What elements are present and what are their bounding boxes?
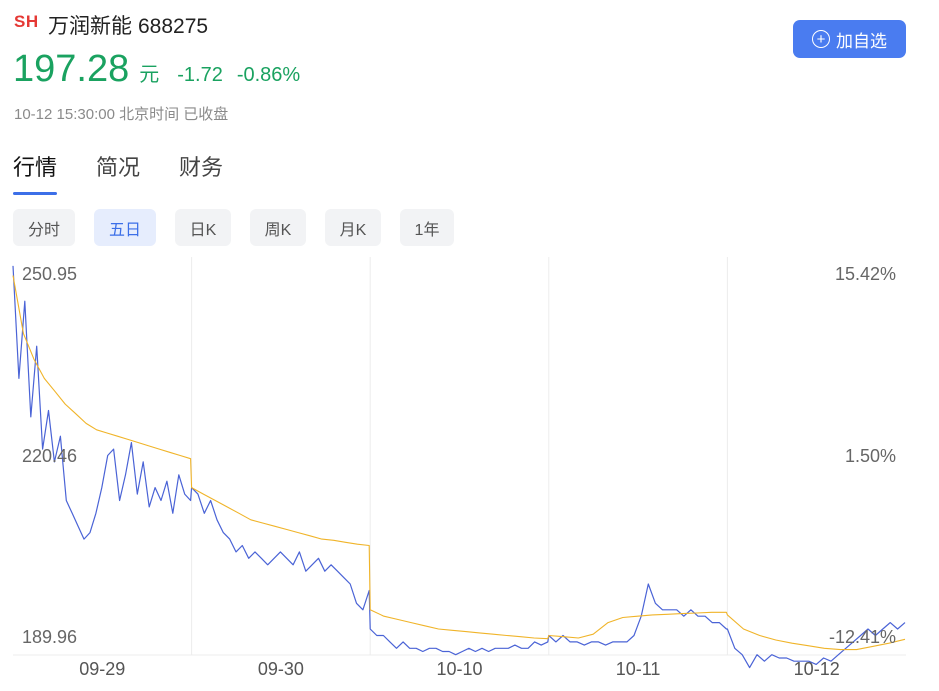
current-price: 197.28 [13,48,130,90]
stock-title: 万润新能 688275 [48,10,214,40]
period-selector: 分时 五日 日K 周K 月K 1年 [13,209,473,246]
period-five-day[interactable]: 五日 [94,209,156,246]
add-to-watchlist-button[interactable]: + 加自选 [793,20,906,58]
y-axis-percent-label: 15.42% [835,264,896,284]
stock-code: 688275 [138,15,209,38]
x-axis-date-label: 10-10 [436,659,482,679]
price-change: -1.72 [177,64,223,86]
chart-lines [12,265,906,669]
y-axis-price-label: 250.95 [22,264,77,284]
period-intraday[interactable]: 分时 [13,209,75,246]
period-daily-k[interactable]: 日K [175,209,231,246]
x-axis-date-label: 10-11 [616,659,661,679]
x-axis-date-label: 10-12 [794,659,840,679]
chart-y-labels: 250.95 220.46 189.96 15.42% 1.50% -12.41% [22,264,896,647]
tab-overview[interactable]: 简况 [96,150,140,182]
price-change-percent: -0.86% [236,64,301,86]
x-axis-date-label: 09-30 [258,659,304,679]
tab-finance[interactable]: 财务 [179,150,223,182]
period-monthly-k[interactable]: 月K [325,209,381,246]
y-axis-percent-label: -12.41% [829,627,896,647]
period-weekly-k[interactable]: 周K [250,209,306,246]
y-axis-price-label: 189.96 [22,627,77,647]
plus-circle-icon: + [812,30,830,48]
tab-market[interactable]: 行情 [13,150,58,195]
price-row: 197.28 元 -1.72 -0.86% [13,48,300,91]
main-tabs: 行情 简况 财务 [13,150,262,195]
chart-grid [13,257,906,656]
chart-x-labels: 09-29 09-30 10-10 10-11 10-12 [79,659,839,679]
add-to-watchlist-label: 加自选 [836,31,887,51]
average-price-line [12,275,906,651]
stock-name: 万润新能 [48,15,132,38]
y-axis-percent-label: 1.50% [845,446,896,466]
five-day-chart[interactable]: 250.95 220.46 189.96 15.42% 1.50% -12.41% 09-… [0,255,939,691]
x-axis-date-label: 09-29 [79,659,125,679]
price-unit: 元 [139,64,160,86]
y-axis-price-label: 220.46 [22,446,77,466]
price-line [12,265,906,669]
period-one-year[interactable]: 1年 [400,209,454,246]
market-badge: SH [14,12,39,31]
quote-timestamp: 10-12 15:30:00 北京时间 已收盘 [14,106,229,123]
